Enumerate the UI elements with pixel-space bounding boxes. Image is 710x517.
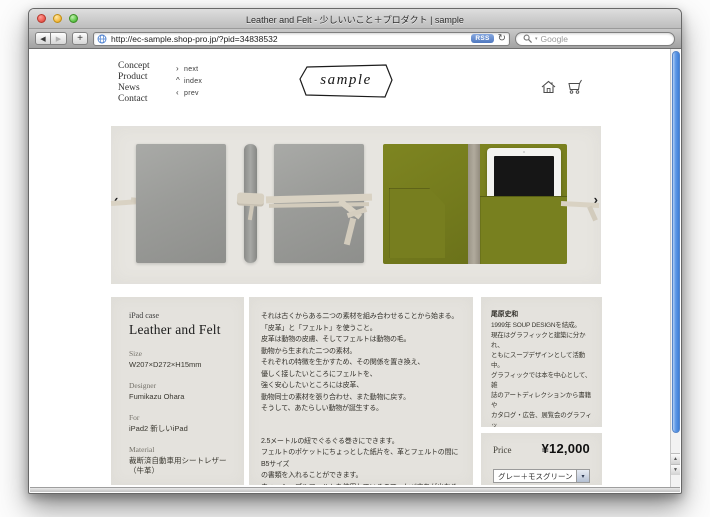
index-arrow-icon: ^	[176, 76, 181, 85]
description-paragraph-1: それは古くからある二つの素材を組み合わせることから始まる。 「皮革」と「フェルト…	[261, 313, 459, 412]
home-button[interactable]	[540, 79, 557, 95]
browser-toolbar: ◀ ▶ + http://ec-sample.shop-pro.jp/?pid=…	[29, 29, 681, 49]
product-pager: › next ^ index ‹ prev	[176, 63, 202, 99]
designer-bio-name: 尾原史和	[491, 311, 519, 318]
refresh-icon[interactable]: ↻	[498, 33, 506, 44]
back-button[interactable]: ◀	[35, 32, 51, 45]
search-placeholder: Google	[540, 33, 568, 44]
search-icon	[523, 34, 532, 43]
gray-case-front-photo	[136, 144, 226, 263]
left-pocket	[389, 188, 445, 258]
shop-logo[interactable]: sample	[298, 63, 394, 101]
nav-item-product[interactable]: Product	[118, 72, 150, 83]
color-select[interactable]: グレー＋モスグリーン ▾	[493, 469, 590, 483]
window-bottom-frame	[30, 487, 680, 492]
nav-item-concept[interactable]: Concept	[118, 61, 150, 72]
browser-window: Leather and Felt - 少しいいこと＋プロダクト | sample…	[28, 8, 682, 494]
ipad-camera-dot	[523, 151, 525, 153]
scroll-down-button[interactable]: ▼	[671, 464, 680, 475]
window-title: Leather and Felt - 少しいいこと＋プロダクト | sample	[246, 15, 464, 25]
designer-bio-text: 1999年 SOUP DESIGNを結成。 現在はグラフィックと建築に分かれ、 …	[491, 322, 592, 427]
price-label: Price	[493, 445, 512, 455]
pager-index[interactable]: ^ index	[176, 75, 202, 87]
size-label: Size	[129, 349, 142, 358]
home-icon	[541, 80, 556, 94]
color-select-arrow-icon[interactable]: ▾	[576, 470, 589, 482]
page-content: Concept Product News Contact › next ^ inde…	[30, 49, 680, 487]
cart-icon	[568, 79, 582, 94]
description-paragraph-2: 2.5メートルの紐でぐるぐる巻きにできます。 フェルトのポケットにちょっとした紙…	[261, 437, 459, 486]
designer-value: Fumikazu Ohara	[129, 392, 185, 401]
next-arrow-icon: ›	[176, 64, 179, 73]
size-value: W207×D272×H15mm	[129, 360, 202, 369]
nav-item-news[interactable]: News	[118, 83, 150, 94]
color-select-value: グレー＋モスグリーン	[498, 471, 573, 481]
pager-next[interactable]: › next	[176, 63, 202, 75]
product-description-panel: それは古くからある二つの素材を組み合わせることから始まる。 「皮革」と「フェルト…	[249, 297, 473, 485]
pager-next-label: next	[184, 66, 199, 73]
designer-bio-panel: 尾原史和 1999年 SOUP DESIGNを結成。 現在はグラフィックと建築に…	[481, 297, 602, 427]
material-value: 裁断済自動車用シートレザー （牛革）	[129, 456, 227, 475]
product-spec-panel: iPad case Leather and Felt Size W207×D27…	[111, 297, 244, 485]
cart-button[interactable]	[566, 79, 585, 95]
search-options-caret-icon[interactable]: ▾	[535, 36, 538, 42]
for-label: For	[129, 413, 140, 422]
url-text: http://ec-sample.shop-pro.jp/?pid=348385…	[111, 33, 278, 44]
prev-arrow-icon: ‹	[176, 88, 179, 97]
forward-button[interactable]: ▶	[51, 32, 67, 45]
purchase-panel: Price ¥12,000 グレー＋モスグリーン ▾ 1 ▴ ▾	[481, 433, 602, 485]
felt-spine	[468, 144, 480, 264]
title-bar[interactable]: Leather and Felt - 少しいいこと＋プロダクト | sample	[29, 9, 681, 29]
designer-label: Designer	[129, 381, 157, 390]
material-label: Material	[129, 445, 155, 454]
for-value: iPad2 新しいiPad	[129, 424, 188, 433]
site-nav: Concept Product News Contact	[118, 61, 150, 105]
right-pocket	[480, 196, 567, 264]
cord-tail-flick	[587, 205, 598, 222]
address-bar[interactable]: http://ec-sample.shop-pro.jp/?pid=348385…	[93, 31, 510, 46]
pager-prev-label: prev	[184, 90, 199, 97]
nav-item-contact[interactable]: Contact	[118, 94, 150, 105]
product-category: iPad case	[129, 311, 159, 320]
scroll-up-button[interactable]: ▲	[671, 453, 680, 464]
scrollbar-thumb[interactable]	[672, 51, 680, 433]
product-image-carousel[interactable]: ‹ ›	[110, 126, 601, 284]
product-name: Leather and Felt	[129, 322, 221, 337]
pager-index-label: index	[184, 78, 203, 85]
globe-favicon	[97, 34, 107, 43]
search-input[interactable]: ▾ Google	[515, 31, 675, 46]
price-value: ¥12,000	[541, 441, 590, 456]
pager-prev[interactable]: ‹ prev	[176, 87, 202, 99]
vertical-scrollbar[interactable]: ▲ ▼	[670, 49, 680, 487]
logo-text: sample	[320, 72, 372, 88]
rss-badge[interactable]: RSS	[471, 34, 494, 43]
new-tab-button[interactable]: +	[72, 32, 88, 45]
green-open-case-photo	[383, 144, 567, 264]
